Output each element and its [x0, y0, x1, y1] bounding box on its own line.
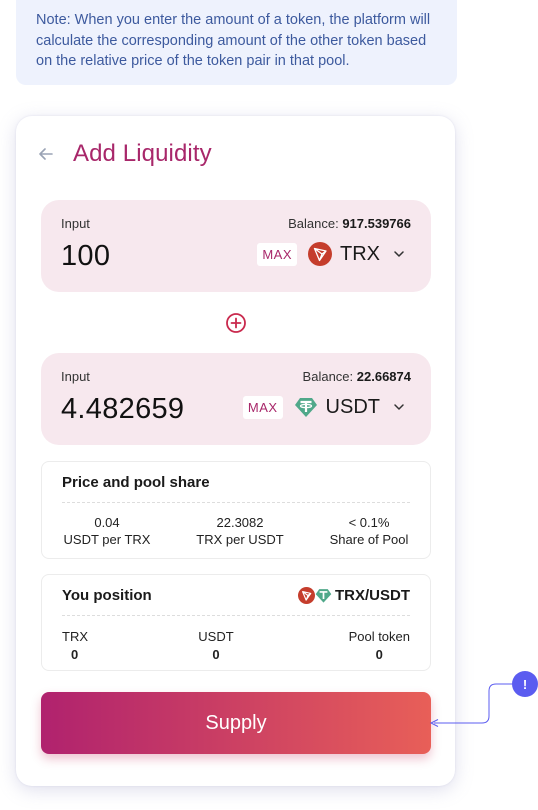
- max-button[interactable]: MAX: [257, 242, 297, 266]
- supply-button[interactable]: Supply: [41, 692, 431, 754]
- stat-value: 22.3082: [216, 515, 264, 530]
- usdt-token-icon: [294, 395, 318, 419]
- price-pool-share-box: Price and pool share 0.04 USDT per TRX 2…: [41, 461, 431, 559]
- chevron-down-icon[interactable]: [393, 247, 407, 261]
- max-button[interactable]: MAX: [242, 395, 283, 419]
- position-value: 0: [212, 647, 220, 662]
- card-header: Add Liquidity: [38, 140, 212, 168]
- amount-input[interactable]: 4.482659: [61, 393, 184, 426]
- info-note: Note: When you enter the amount of a tok…: [16, 0, 457, 85]
- stat-trx-per-usdt: 22.3082 TRX per USDT: [192, 514, 288, 548]
- token-name: TRX: [340, 242, 380, 265]
- position-usdt: USDT 0: [198, 628, 234, 664]
- stat-label: Share of Pool: [329, 532, 409, 547]
- usdt-token-icon: [315, 587, 332, 604]
- token-pair: TRX/USDT: [298, 587, 410, 604]
- position-trx: TRX 0: [62, 628, 88, 664]
- position-value: 0: [375, 647, 383, 662]
- chevron-down-icon[interactable]: [393, 400, 407, 414]
- token-input-panel-1: Input Balance: 917.539766 100 MAX TRX: [41, 200, 431, 292]
- balance-readout: Balance: 917.539766: [288, 216, 411, 231]
- price-share-title: Price and pool share: [62, 474, 210, 491]
- your-position-box: You position TRX/USDT TRX 0 USDT 0 Pool …: [41, 574, 431, 671]
- token-selector[interactable]: MAX USDT: [242, 395, 407, 419]
- page-title: Add Liquidity: [73, 140, 212, 167]
- balance-value: 22.66874: [356, 369, 411, 384]
- trx-token-icon: [298, 587, 315, 604]
- balance-label: Balance:: [288, 216, 339, 231]
- add-liquidity-card: Add Liquidity Input Balance: 917.539766 …: [16, 116, 455, 786]
- pair-name: TRX/USDT: [335, 587, 410, 604]
- amount-input[interactable]: 100: [61, 240, 110, 273]
- token-input-panel-2: Input Balance: 22.66874 4.482659 MAX USD…: [41, 353, 431, 445]
- position-label: Pool token: [348, 629, 410, 644]
- divider: [62, 502, 410, 503]
- stat-label: TRX per USDT: [196, 532, 284, 547]
- divider: [62, 615, 410, 616]
- back-arrow-icon[interactable]: [38, 146, 54, 162]
- input-label: Input: [61, 216, 90, 231]
- input-label: Input: [61, 369, 90, 384]
- stat-label: USDT per TRX: [63, 532, 151, 547]
- trx-token-icon: [308, 242, 332, 266]
- token-selector[interactable]: MAX TRX: [257, 242, 407, 266]
- balance-label: Balance:: [302, 369, 354, 384]
- stat-usdt-per-trx: 0.04 USDT per TRX: [62, 514, 152, 548]
- stat-share-of-pool: < 0.1% Share of Pool: [326, 514, 412, 548]
- position-label: USDT: [198, 629, 234, 644]
- info-hint-icon[interactable]: !: [512, 671, 538, 697]
- note-text: Note: When you enter the amount of a tok…: [36, 12, 431, 69]
- position-title: You position: [62, 587, 152, 604]
- stat-value: 0.04: [94, 515, 120, 530]
- plus-circle-icon: [225, 312, 247, 334]
- position-value: 0: [71, 647, 79, 662]
- stat-value: < 0.1%: [348, 515, 390, 530]
- position-pool-token: Pool token 0: [349, 628, 410, 664]
- token-name: USDT: [325, 395, 380, 418]
- balance-readout: Balance: 22.66874: [303, 369, 411, 384]
- balance-value: 917.539766: [342, 216, 411, 231]
- position-label: TRX: [62, 629, 88, 644]
